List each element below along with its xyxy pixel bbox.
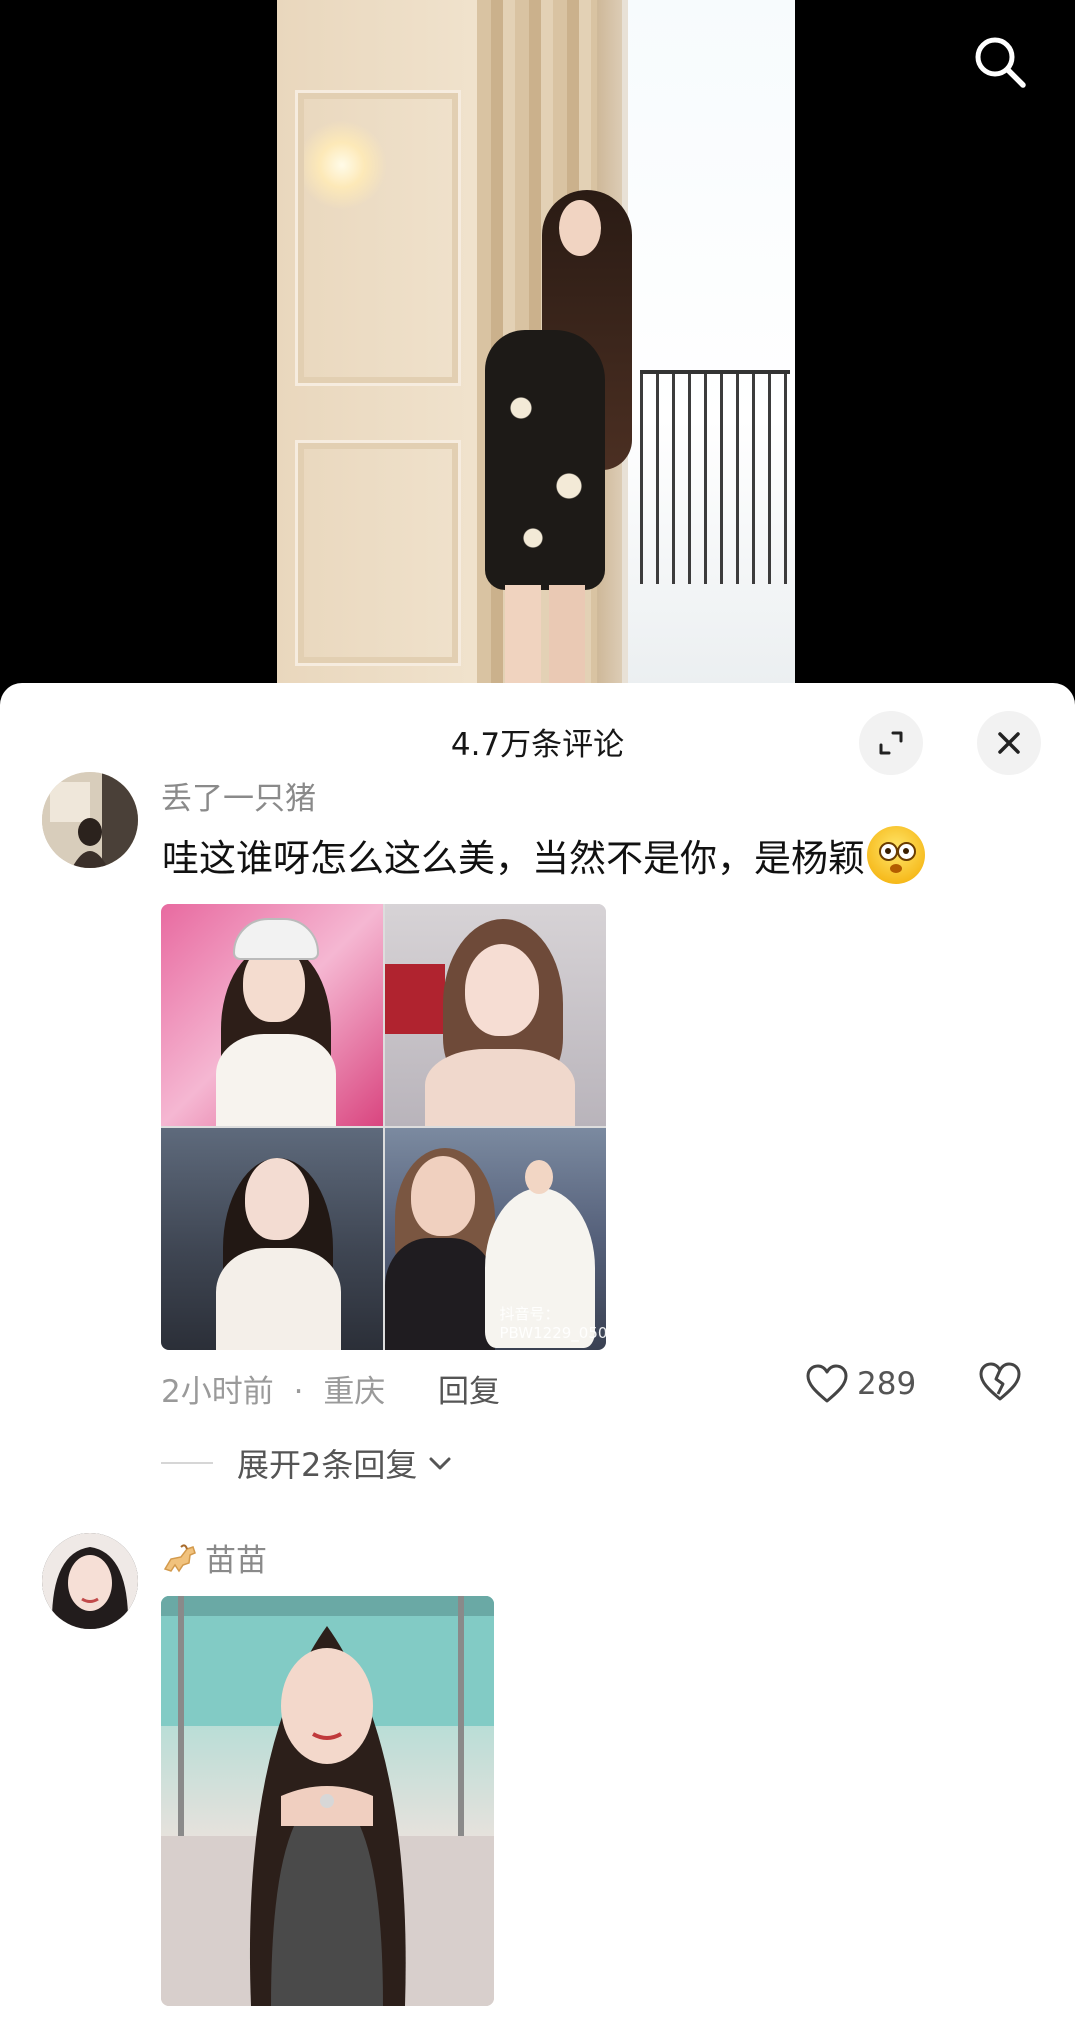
avatar-image	[42, 1533, 138, 1629]
expand-button[interactable]	[859, 711, 923, 775]
expand-replies-button[interactable]: 展开2条回复	[161, 1440, 455, 1486]
search-button[interactable]	[968, 30, 1032, 94]
comment-meta: 2小时前 · 重庆	[161, 1366, 385, 1411]
chevron-down-icon	[429, 1457, 451, 1470]
horse-emoji	[163, 1543, 196, 1572]
image-watermark: 抖音号：PBW1229_0508	[499, 1305, 607, 1342]
comment-image[interactable]	[161, 1596, 494, 2006]
close-button[interactable]	[977, 711, 1041, 775]
expand-replies-label: 展开2条回复	[237, 1446, 418, 1484]
wall-panel	[295, 90, 461, 386]
like-button[interactable]: 289	[805, 1363, 916, 1405]
wall-panel-lower	[295, 440, 461, 666]
collage-photo-3	[161, 1128, 383, 1350]
reply-button[interactable]: 回复	[438, 1366, 500, 1411]
dazed-face-emoji	[867, 826, 925, 884]
video-player[interactable]	[0, 0, 1075, 700]
comment-body: 哇这谁呀怎么这么美，当然不是你，是杨颖	[162, 837, 865, 880]
comment-location: 重庆	[323, 1374, 386, 1410]
collage-photo-4: 抖音号：PBW1229_0508	[384, 1128, 607, 1350]
search-icon	[975, 37, 1026, 88]
avatar[interactable]	[42, 1533, 138, 1629]
comment-image-collage[interactable]: 抖音号：PBW1229_0508	[161, 904, 606, 1350]
comment-username: 苗苗	[205, 1543, 267, 1579]
expand-icon	[879, 731, 903, 755]
avatar-image	[42, 772, 138, 868]
comment-username-row[interactable]: 苗苗	[161, 1535, 267, 1580]
avatar[interactable]	[42, 772, 138, 868]
woman-dress	[485, 330, 605, 590]
balcony-railing	[640, 370, 790, 584]
collage-photo-1	[161, 904, 383, 1126]
meta-separator: ·	[293, 1374, 304, 1410]
heart-icon	[806, 1364, 848, 1403]
divider-line	[161, 1462, 213, 1464]
close-icon	[998, 732, 1020, 754]
comments-sheet: 4.7万条评论 丢了一只猪 哇这谁呀怎么这么美，当然不是你，是杨颖 抖音号：PB…	[0, 683, 1075, 2030]
comment-text: 哇这谁呀怎么这么美，当然不是你，是杨颖	[162, 826, 925, 884]
window	[622, 0, 795, 700]
comment-username[interactable]: 丢了一只猪	[161, 773, 316, 818]
broken-heart-icon	[979, 1362, 1021, 1401]
dislike-button[interactable]	[978, 1361, 1022, 1407]
like-count: 289	[857, 1366, 917, 1402]
video-frame	[277, 0, 795, 700]
comment-photo	[161, 1596, 494, 2006]
comment-time: 2小时前	[161, 1374, 274, 1410]
collage-photo-2	[384, 904, 606, 1126]
woman-face	[559, 200, 601, 256]
